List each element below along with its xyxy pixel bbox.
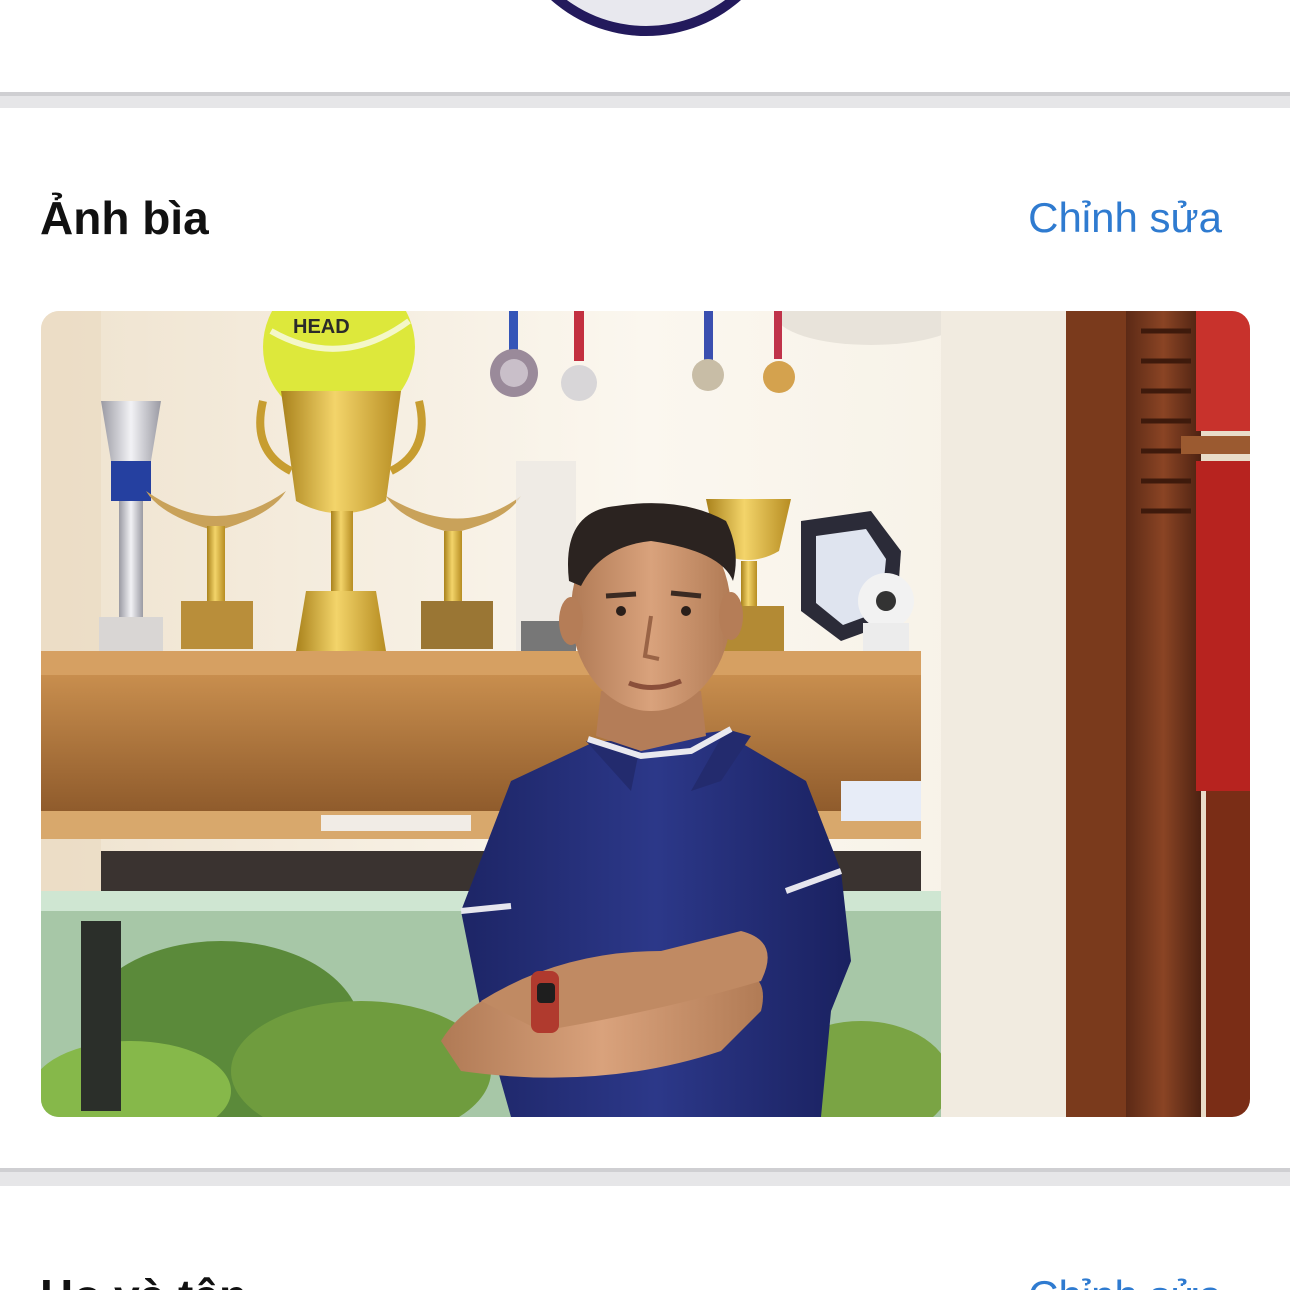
ball-brand-text: HEAD bbox=[293, 316, 350, 338]
cover-photo-title: Ảnh bìa bbox=[40, 192, 209, 244]
cover-photo-edit-link[interactable]: Chỉnh sửa bbox=[1028, 188, 1222, 248]
cover-photo-header: Ảnh bìa Chỉnh sửa bbox=[40, 188, 1222, 248]
avatar-section bbox=[0, 0, 1290, 92]
full-name-title: Họ và tên bbox=[40, 1266, 247, 1290]
section-divider bbox=[0, 1168, 1290, 1186]
cover-photo-image: HEAD bbox=[41, 311, 1250, 1117]
profile-edit-screen: Ảnh bìa Chỉnh sửa HEAD bbox=[0, 0, 1290, 1290]
cover-photo[interactable]: HEAD bbox=[41, 311, 1250, 1117]
full-name-header: Họ và tên Chỉnh sửa bbox=[40, 1266, 1222, 1290]
section-divider bbox=[0, 92, 1290, 108]
profile-avatar[interactable] bbox=[505, 0, 787, 36]
full-name-edit-link[interactable]: Chỉnh sửa bbox=[1028, 1266, 1222, 1290]
